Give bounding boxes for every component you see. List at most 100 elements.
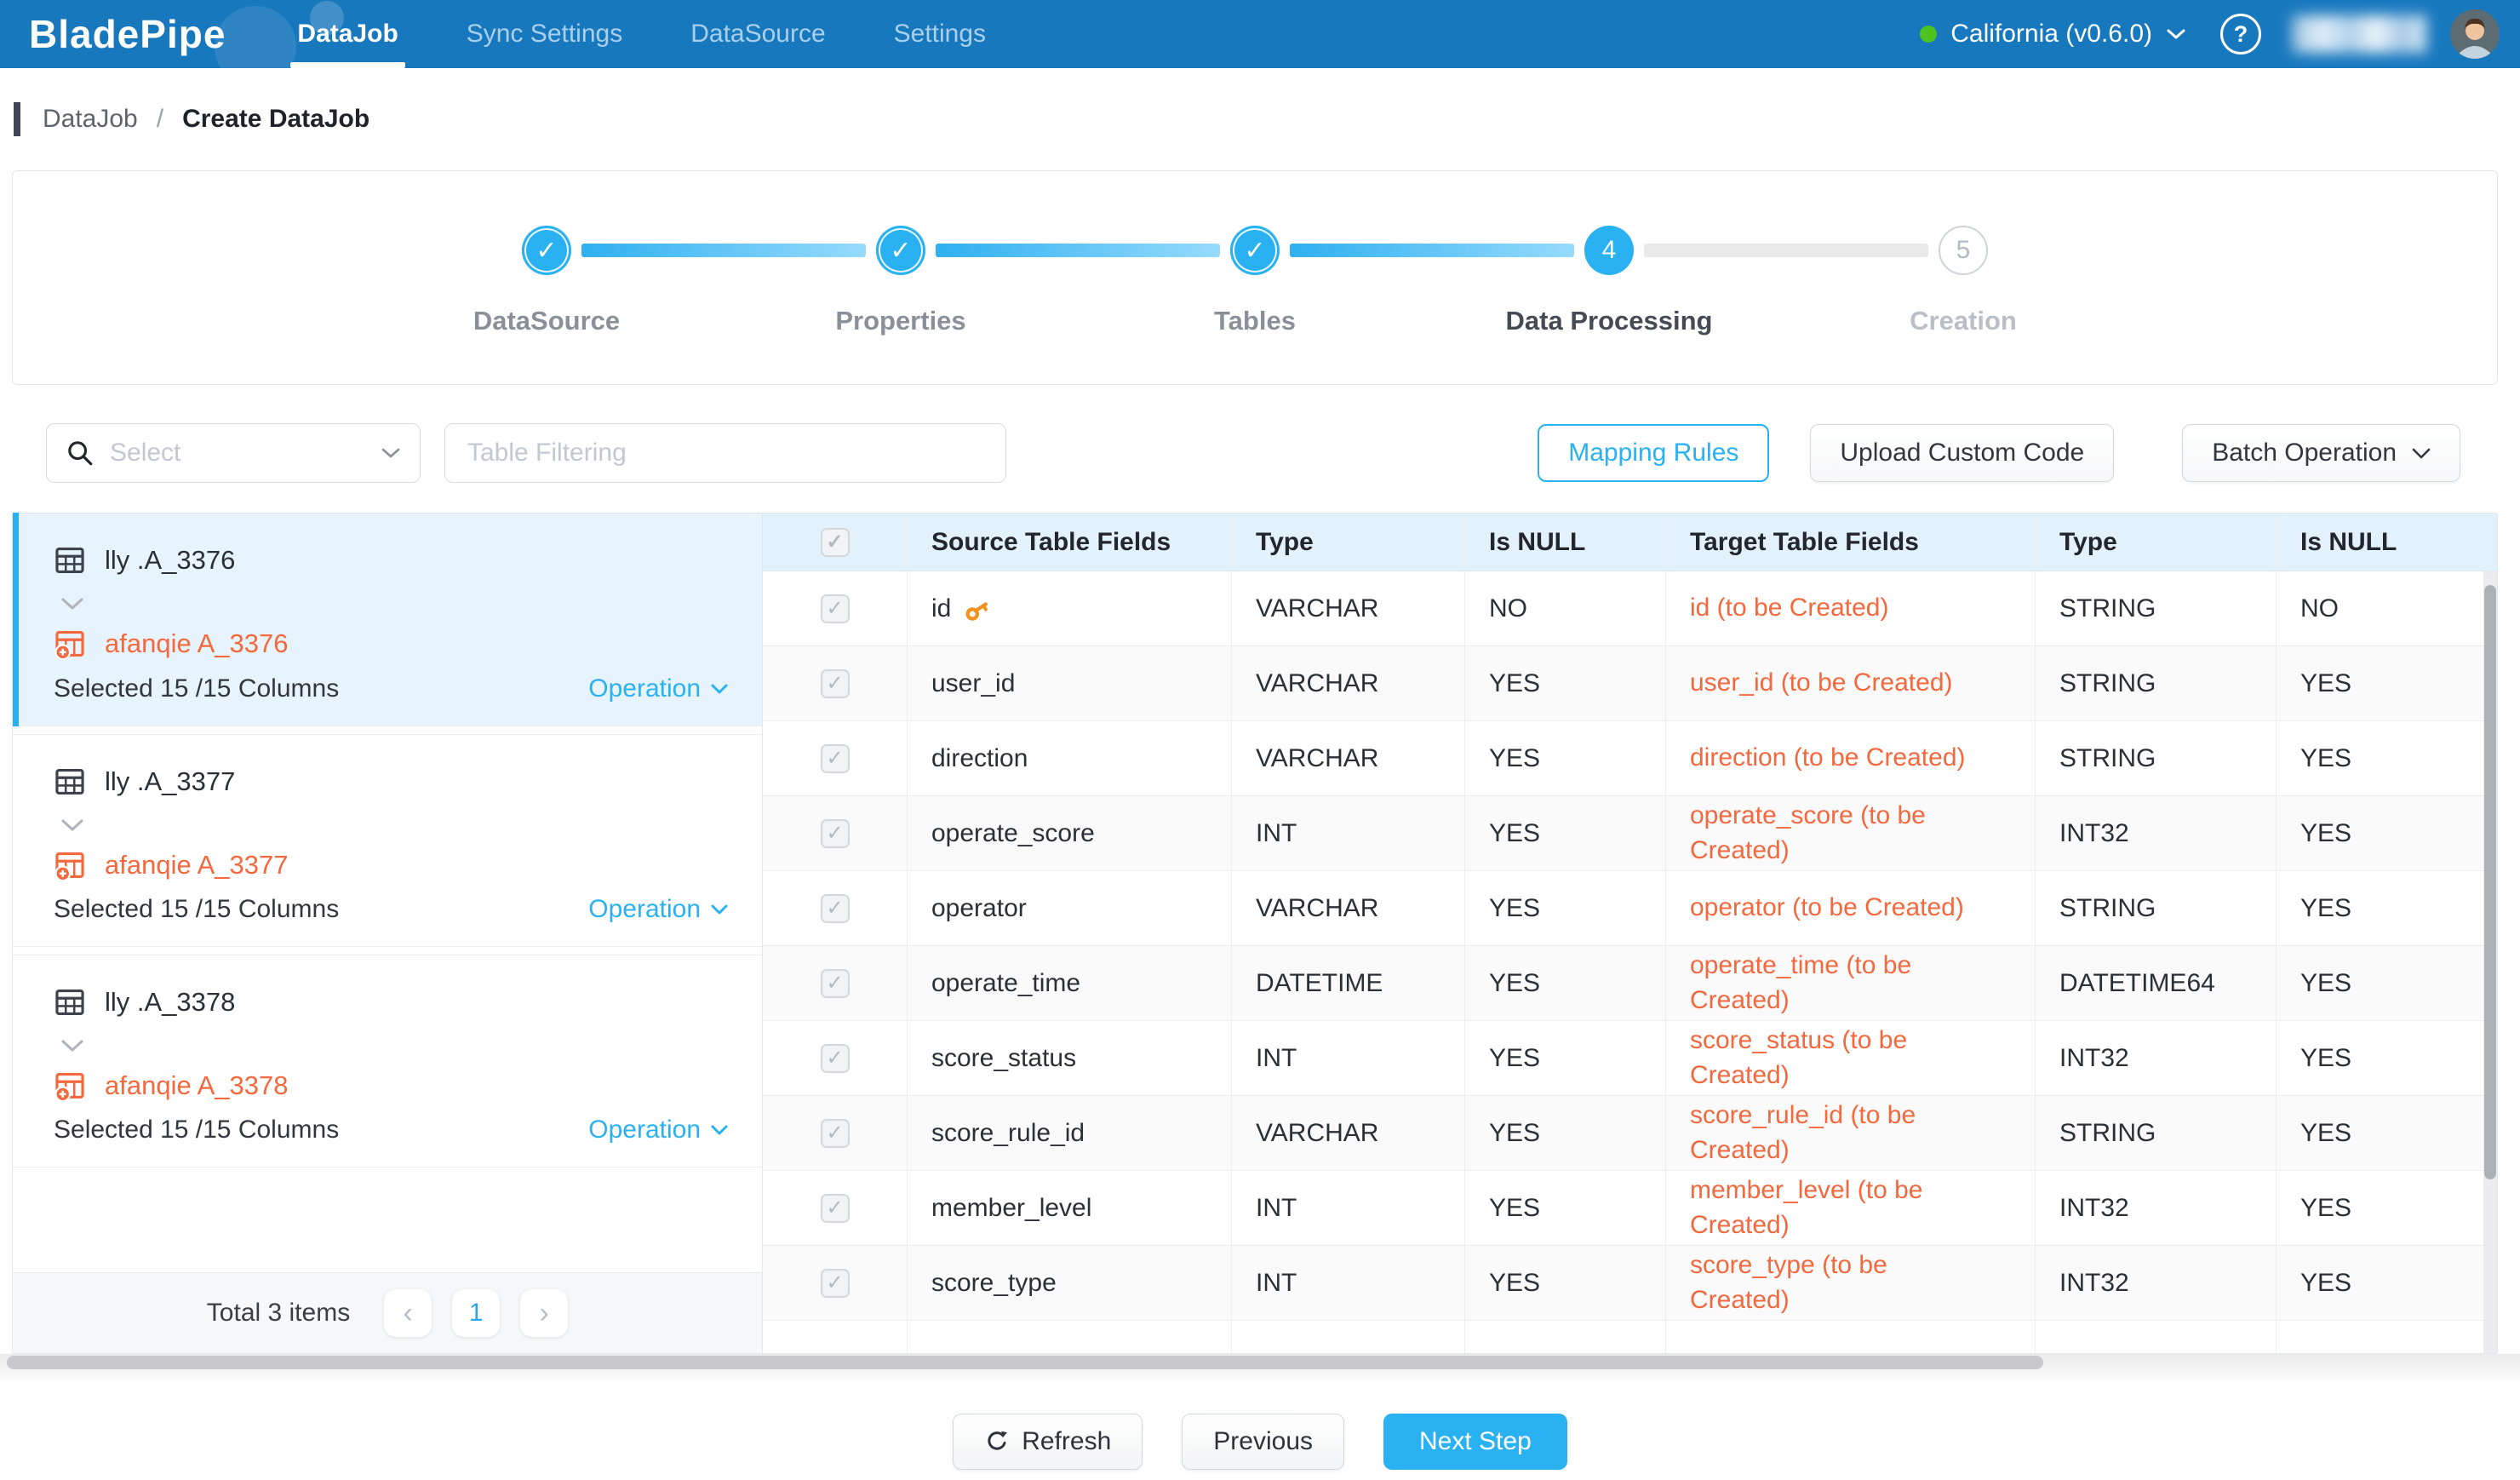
- page-number-button[interactable]: 1: [452, 1289, 500, 1337]
- previous-button[interactable]: Previous: [1182, 1414, 1344, 1470]
- target-field-name: id (to be Created): [1690, 591, 1888, 626]
- source-field-nullable: YES: [1465, 1171, 1666, 1245]
- search-icon: [66, 439, 94, 468]
- toolbar-buttons: Mapping Rules Upload Custom Code Batch O…: [1538, 424, 2460, 482]
- next-page-button[interactable]: ›: [520, 1289, 568, 1337]
- refresh-button[interactable]: Refresh: [953, 1414, 1143, 1470]
- page-title: Create DataJob: [182, 105, 369, 134]
- select-all-checkbox[interactable]: ✓: [821, 528, 850, 557]
- field-row: ✓ score_status INT YES score_status (to …: [763, 1021, 2497, 1096]
- step-circle: 4: [1584, 226, 1634, 275]
- row-checkbox[interactable]: ✓: [821, 1119, 850, 1148]
- source-table-name: lly .A_3376: [105, 545, 235, 576]
- vertical-scrollbar-thumb[interactable]: [2484, 585, 2496, 1179]
- header-target-isnull: Is NULL: [2277, 513, 2497, 571]
- refresh-icon: [984, 1429, 1010, 1454]
- refresh-label: Refresh: [1022, 1427, 1111, 1456]
- item-footer: Selected 15 /15 Columns Operation: [54, 674, 728, 703]
- row-checkbox[interactable]: ✓: [821, 1269, 850, 1298]
- row-checkbox[interactable]: ✓: [821, 1044, 850, 1073]
- item-footer: Selected 15 /15 Columns Operation: [54, 895, 728, 924]
- operation-link[interactable]: Operation: [588, 895, 728, 924]
- target-field-nullable: YES: [2277, 1021, 2497, 1095]
- breadcrumb-separator: /: [157, 105, 163, 134]
- nav-item-label: DataSource: [690, 20, 825, 49]
- breadcrumb-parent[interactable]: DataJob: [43, 105, 138, 134]
- table-filtering-input[interactable]: [444, 423, 1006, 483]
- target-field-nullable: YES: [2277, 1246, 2497, 1320]
- next-step-button[interactable]: Next Step: [1383, 1414, 1567, 1470]
- row-checkbox[interactable]: ✓: [821, 744, 850, 773]
- step-label: DataSource: [473, 306, 620, 336]
- source-table-name: lly .A_3377: [105, 766, 235, 797]
- header-target-type: Type: [2036, 513, 2277, 571]
- source-field-nullable: YES: [1465, 1096, 1666, 1170]
- target-table-name: afanqie A_3378: [105, 1070, 289, 1101]
- target-field-nullable: YES: [2277, 1096, 2497, 1170]
- row-checkbox[interactable]: ✓: [821, 819, 850, 848]
- header-source-isnull: Is NULL: [1465, 513, 1666, 571]
- status-dot: [1920, 26, 1937, 43]
- target-field-nullable: NO: [2277, 571, 2497, 645]
- operation-link[interactable]: Operation: [588, 674, 728, 703]
- nav-item-label: Settings: [894, 20, 986, 49]
- operation-label: Operation: [588, 895, 701, 924]
- nav-item-label: DataJob: [297, 20, 398, 49]
- step-connector: [581, 244, 866, 257]
- row-checkbox[interactable]: ✓: [821, 669, 850, 698]
- batch-operation-button[interactable]: Batch Operation: [2182, 424, 2460, 482]
- target-field-type: STRING: [2036, 1096, 2277, 1170]
- table-pair-item[interactable]: lly .A_3377 afanqie A_3377 Selected 15 /…: [13, 734, 762, 947]
- step-circle: 5: [1939, 226, 1988, 275]
- field-row: ✓ score_rule_id VARCHAR YES score_rule_i…: [763, 1096, 2497, 1171]
- target-field-name: user_id (to be Created): [1690, 666, 1953, 701]
- source-field-nullable: YES: [1465, 646, 1666, 720]
- search-select-dropdown[interactable]: Select: [46, 423, 421, 483]
- help-icon[interactable]: ?: [2220, 14, 2261, 54]
- source-field-name: score_status: [931, 1044, 1076, 1073]
- row-checkbox[interactable]: ✓: [821, 1194, 850, 1223]
- stepper-step: ✓ Properties: [876, 226, 1230, 275]
- app-logo[interactable]: BladePipe: [29, 11, 226, 57]
- source-table-row: lly .A_3378: [54, 986, 728, 1018]
- upload-custom-code-button[interactable]: Upload Custom Code: [1810, 424, 2114, 482]
- data-processing-panel: lly .A_3376 afanqie A_3376 Selected 15 /…: [12, 513, 2498, 1354]
- nav-item[interactable]: Sync Settings: [432, 0, 656, 68]
- nav-item[interactable]: Settings: [860, 0, 1020, 68]
- source-field-nullable: YES: [1465, 721, 1666, 795]
- source-field-name: score_type: [931, 1269, 1057, 1298]
- prev-page-button[interactable]: ‹: [384, 1289, 432, 1337]
- source-field-type: VARCHAR: [1232, 721, 1465, 795]
- expand-chevron-icon[interactable]: [60, 1039, 728, 1053]
- primary-key-icon: [963, 595, 990, 622]
- source-field-name: id: [931, 594, 951, 623]
- source-field-type: VARCHAR: [1232, 1096, 1465, 1170]
- table-pair-item[interactable]: lly .A_3378 afanqie A_3378 Selected 15 /…: [13, 955, 762, 1167]
- step-number: 5: [1956, 236, 1971, 265]
- field-row: ✓ direction VARCHAR YES direction (to be…: [763, 721, 2497, 796]
- table-pair-item[interactable]: lly .A_3376 afanqie A_3376 Selected 15 /…: [13, 513, 762, 726]
- chevron-down-icon: [381, 447, 401, 459]
- nav-item[interactable]: DataSource: [656, 0, 859, 68]
- table-header-row: ✓ Source Table Fields Type Is NULL Targe…: [763, 513, 2497, 571]
- field-row-clipped: [763, 1321, 2497, 1353]
- environment-selector[interactable]: California (v0.6.0): [1920, 20, 2186, 49]
- chevron-down-icon: [2166, 28, 2186, 40]
- target-field-name: score_rule_id (to be Created): [1690, 1099, 1987, 1167]
- operation-link[interactable]: Operation: [588, 1116, 728, 1144]
- row-checkbox[interactable]: ✓: [821, 894, 850, 923]
- footer-actions: Refresh Previous Next Step: [0, 1403, 2520, 1480]
- expand-chevron-icon[interactable]: [60, 818, 728, 832]
- expand-chevron-icon[interactable]: [60, 597, 728, 611]
- row-checkbox[interactable]: ✓: [821, 969, 850, 998]
- operation-label: Operation: [588, 1116, 701, 1144]
- row-checkbox[interactable]: ✓: [821, 594, 850, 623]
- horizontal-scrollbar-thumb[interactable]: [7, 1356, 2043, 1369]
- target-field-type: INT32: [2036, 1171, 2277, 1245]
- user-avatar[interactable]: [2450, 9, 2500, 59]
- nav-item[interactable]: DataJob: [263, 0, 432, 68]
- target-table-row: afanqie A_3377: [54, 849, 728, 881]
- target-field-nullable: YES: [2277, 721, 2497, 795]
- mapping-rules-button[interactable]: Mapping Rules: [1538, 424, 1769, 482]
- target-field-type: STRING: [2036, 571, 2277, 645]
